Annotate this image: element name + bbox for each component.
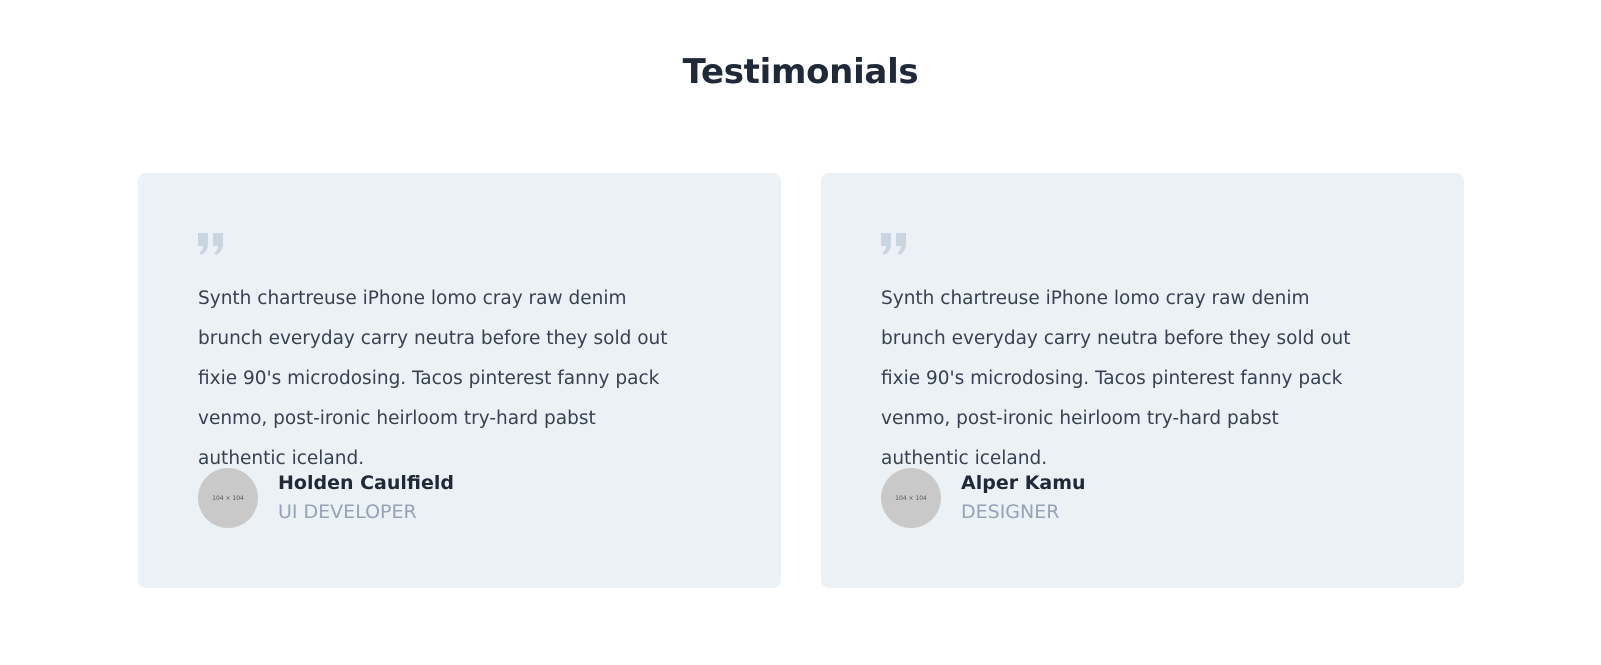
- author-name: Holden Caulfield: [278, 472, 454, 494]
- avatar-placeholder-label: 104 × 104: [895, 494, 927, 502]
- testimonial-cards: Synth chartreuse iPhone lomo cray raw de…: [138, 173, 1464, 588]
- avatar: 104 × 104: [881, 468, 941, 528]
- testimonial-card: Synth chartreuse iPhone lomo cray raw de…: [821, 173, 1464, 588]
- quote-icon: [881, 233, 907, 255]
- section-title: Testimonials: [682, 52, 919, 92]
- testimonial-author: 104 × 104 Holden Caulfield UI DEVELOPER: [198, 468, 454, 528]
- author-info: Holden Caulfield UI DEVELOPER: [278, 469, 454, 527]
- quote-icon: [198, 233, 224, 255]
- avatar: 104 × 104: [198, 468, 258, 528]
- testimonial-quote: Synth chartreuse iPhone lomo cray raw de…: [198, 288, 668, 469]
- testimonial-quote: Synth chartreuse iPhone lomo cray raw de…: [881, 288, 1351, 469]
- testimonial-card: Synth chartreuse iPhone lomo cray raw de…: [138, 173, 781, 588]
- testimonials-section: Testimonials Synth chartreuse iPhone lom…: [0, 0, 1601, 665]
- author-role: UI DEVELOPER: [278, 501, 417, 523]
- author-info: Alper Kamu DESIGNER: [961, 469, 1086, 527]
- author-name: Alper Kamu: [961, 472, 1086, 494]
- testimonial-author: 104 × 104 Alper Kamu DESIGNER: [881, 468, 1086, 528]
- author-role: DESIGNER: [961, 501, 1060, 523]
- avatar-placeholder-label: 104 × 104: [212, 494, 244, 502]
